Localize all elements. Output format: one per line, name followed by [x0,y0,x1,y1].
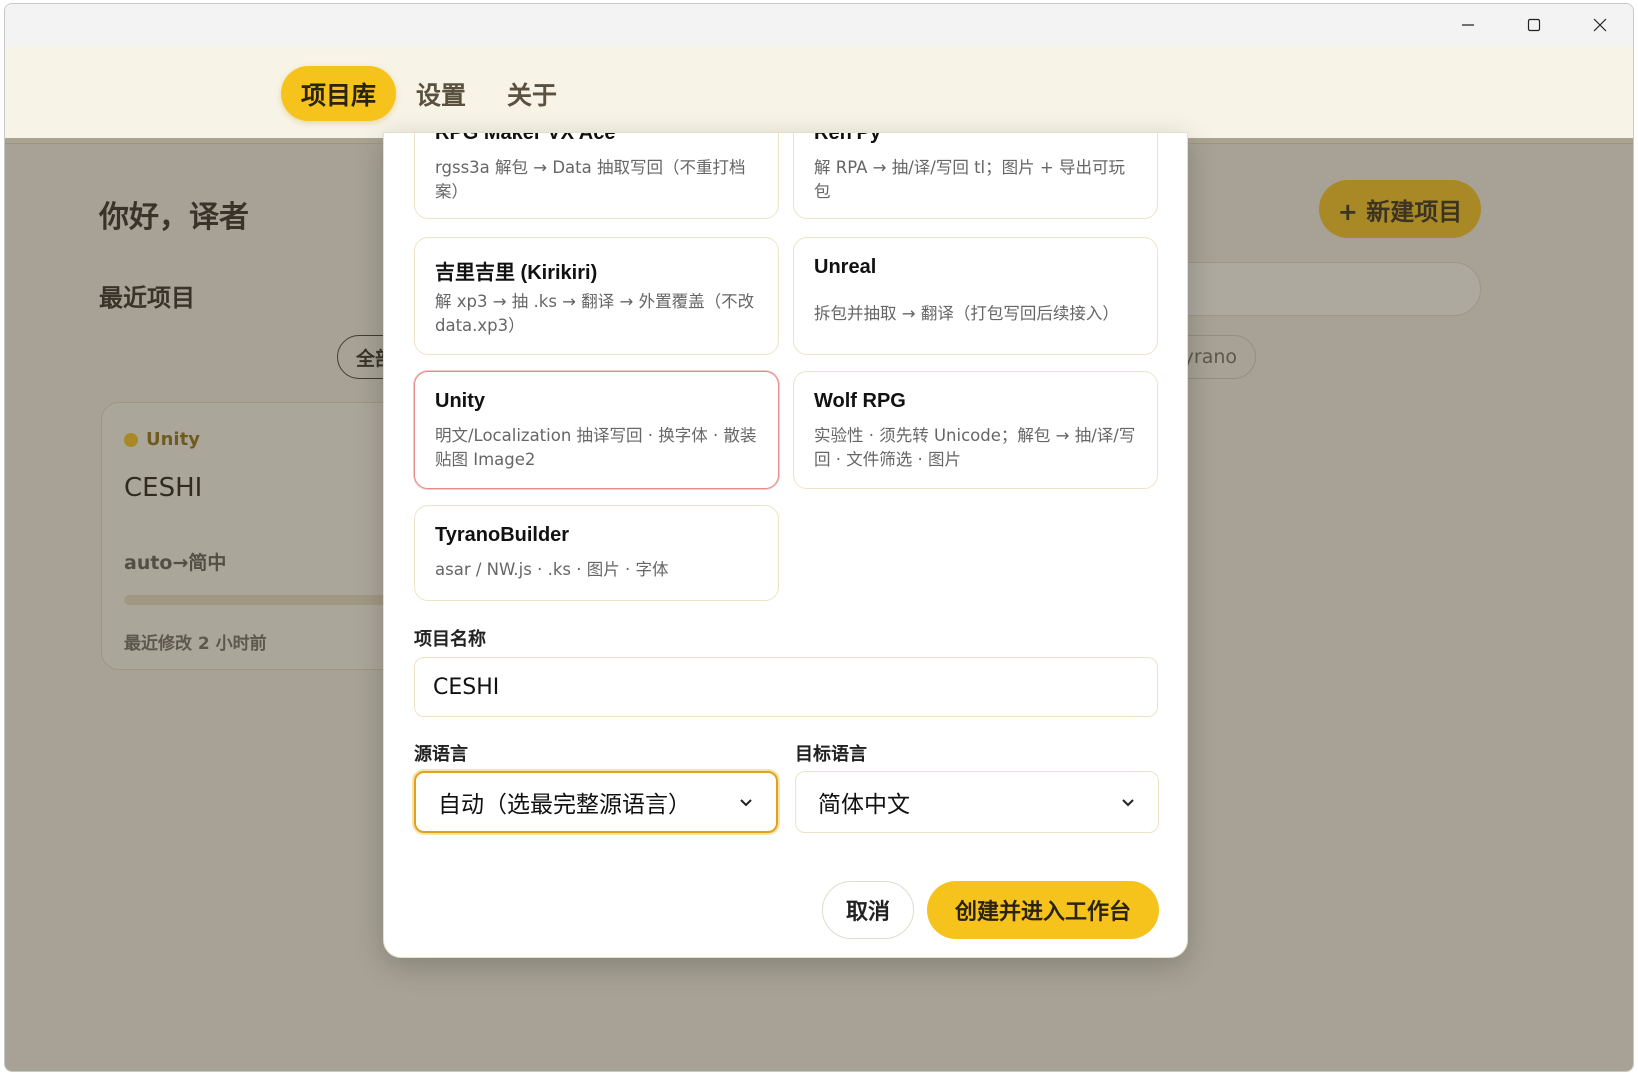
engine-card-kirikiri[interactable]: 吉里吉里 (Kirikiri) 解 xp3 → 抽 .ks → 翻译 → 外置覆… [414,237,779,355]
source-language-select[interactable]: 自动（选最完整源语言） [414,771,778,833]
engine-card-title: TyranoBuilder [435,524,570,546]
create-and-open-button[interactable]: 创建并进入工作台 [927,881,1159,939]
engine-card-title: 吉里吉里 (Kirikiri) [435,262,598,284]
close-icon [1593,18,1607,32]
maximize-icon [1527,18,1541,32]
source-language-label: 源语言 [414,744,468,765]
engine-card-title: Unreal [814,256,877,278]
engine-card-title: Wolf RPG [814,390,906,412]
maximize-button[interactable] [1501,4,1567,46]
source-language-value: 自动（选最完整源语言） [438,792,691,818]
target-language-value: 简体中文 [818,792,910,818]
minimize-icon [1462,24,1474,26]
app-header: 项目库 设置 关于 [5,46,1633,144]
engine-card-desc: 解 RPA → 抽/译/写回 tl；图片 + 导出可玩包 [814,158,1125,201]
tab-about[interactable]: 关于 [487,66,577,121]
engine-card-desc: rgss3a 解包 → Data 抽取写回（不重打档案） [435,158,746,201]
engine-card-unreal[interactable]: Unreal 拆包并抽取 → 翻译（打包写回后续接入） [793,237,1158,355]
new-project-dialog: RPG Maker VX Ace rgss3a 解包 → Data 抽取写回（不… [383,132,1188,958]
project-name-label: 项目名称 [414,629,486,650]
chevron-down-icon [740,799,752,807]
tab-project-library[interactable]: 项目库 [281,66,397,121]
engine-card-unity[interactable]: Unity 明文/Localization 抽译写回 · 换字体 · 散装贴图 … [414,371,779,489]
engine-card-wolf-rpg[interactable]: Wolf RPG 实验性 · 须先转 Unicode；解包 → 抽/译/写回 ·… [793,371,1158,489]
engine-card-desc: asar / NW.js · .ks · 图片 · 字体 [435,560,669,579]
engine-card-title: RPG Maker VX Ace [435,132,616,144]
engine-card-tyranobuilder[interactable]: TyranoBuilder asar / NW.js · .ks · 图片 · … [414,505,779,601]
engine-card-rpg-maker[interactable]: RPG Maker VX Ace rgss3a 解包 → Data 抽取写回（不… [414,132,779,219]
title-bar [5,4,1633,46]
project-name-input[interactable]: CESHI [414,657,1158,717]
chevron-down-icon [1122,799,1134,807]
engine-card-desc: 解 xp3 → 抽 .ks → 翻译 → 外置覆盖（不改 data.xp3） [435,292,755,335]
target-language-label: 目标语言 [795,744,867,765]
app-window: 项目库 设置 关于 你好，译者 + 新建项目 最近项目 全部 Tyrano Un… [4,3,1634,1072]
engine-card-desc: 明文/Localization 抽译写回 · 换字体 · 散装贴图 Image2 [435,426,757,469]
cancel-button[interactable]: 取消 [822,881,914,939]
tab-settings[interactable]: 设置 [396,66,486,121]
engine-card-desc: 拆包并抽取 → 翻译（打包写回后续接入） [814,304,1119,323]
close-button[interactable] [1567,4,1633,46]
engine-card-title: Ren'Py [814,132,882,144]
engine-card-desc: 实验性 · 须先转 Unicode；解包 → 抽/译/写回 · 文件筛选 · 图… [814,426,1136,469]
engine-card-renpy[interactable]: Ren'Py 解 RPA → 抽/译/写回 tl；图片 + 导出可玩包 [793,132,1158,219]
minimize-button[interactable] [1435,4,1501,46]
target-language-select[interactable]: 简体中文 [795,771,1159,833]
engine-card-title: Unity [435,390,485,412]
